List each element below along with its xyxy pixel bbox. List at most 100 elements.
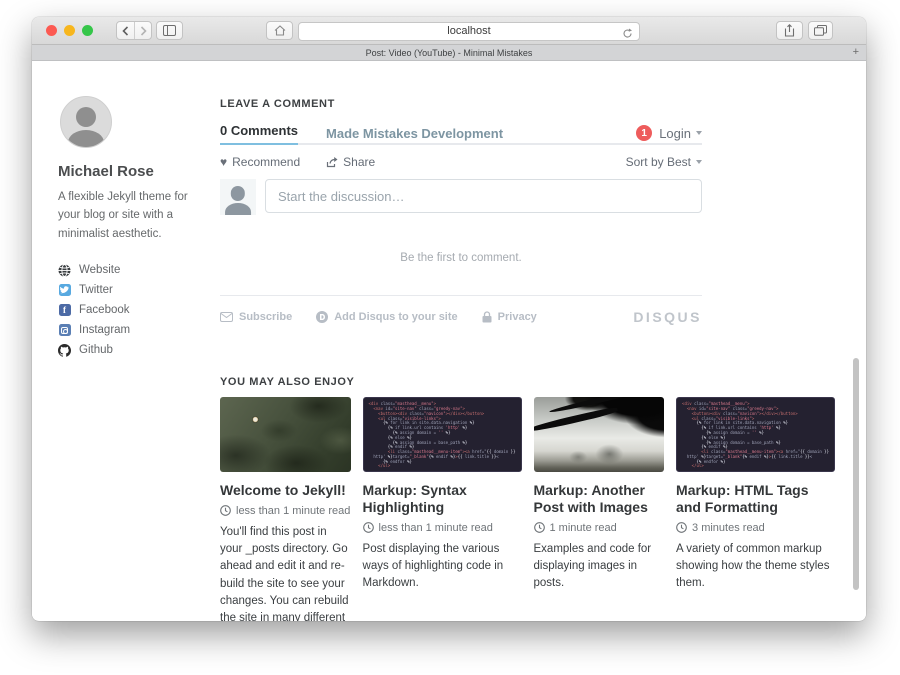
tab-community-link[interactable]: Made Mistakes Development [326,126,503,141]
globe-icon [58,264,71,277]
new-tab-button[interactable]: + [853,46,859,59]
author-avatar [60,96,112,148]
related-card: <div class="masthead__menu"> <nav id="si… [363,397,522,621]
related-thumb-code-screenshot[interactable]: <div class="masthead__menu"> <nav id="si… [363,397,522,472]
home-button[interactable] [266,21,293,40]
reload-icon [622,28,633,39]
related-heading: YOU MAY ALSO ENJOY [220,376,835,388]
privacy-link[interactable]: Privacy [482,311,537,323]
sidebar-toggle-button[interactable] [156,21,183,40]
comment-input[interactable] [265,179,702,213]
read-time: 1 minute read [534,522,665,534]
related-post-title[interactable]: Welcome to Jekyll! [220,482,351,499]
read-time-label: 3 minutes read [692,522,765,534]
forward-button[interactable] [134,22,151,39]
notification-badge[interactable]: 1 [636,125,652,141]
disqus-d-icon [316,311,328,323]
disqus-footer: Subscribe Add Disqus to your site Privac… [220,309,702,325]
close-window-button[interactable] [46,25,57,36]
fullscreen-window-button[interactable] [82,25,93,36]
reload-button[interactable] [622,26,633,44]
sidebar-link-label: Website [79,264,120,276]
show-tabs-button[interactable] [808,21,833,40]
privacy-label: Privacy [498,311,537,323]
lock-icon [482,311,492,323]
share-comment-button[interactable]: Share [326,155,375,169]
comments-heading: LEAVE A COMMENT [220,98,702,110]
instagram-icon [58,324,71,337]
related-thumb-foggy-trees[interactable] [534,397,665,472]
empty-state-text: Be the first to comment. [220,252,702,264]
related-cards: Welcome to Jekyll! less than 1 minute re… [220,397,835,621]
add-disqus-link[interactable]: Add Disqus to your site [316,311,457,323]
related-card: <div class="masthead__menu"> <nav id="si… [676,397,835,621]
twitter-icon [58,284,71,297]
sidebar-link-website[interactable]: Website [58,260,216,280]
read-time-label: less than 1 minute read [236,505,350,517]
related-card: Welcome to Jekyll! less than 1 minute re… [220,397,351,621]
url-text: localhost [447,25,490,37]
browser-toolbar: localhost [32,17,866,45]
related-post-title[interactable]: Markup: HTML Tags and Formatting [676,482,835,516]
clock-icon [534,522,545,533]
author-name: Michael Rose [58,163,216,180]
related-card: Markup: Another Post with Images 1 minut… [534,397,665,621]
main-column: LEAVE A COMMENT 0 Comments Made Mistakes… [220,61,835,621]
related-post-title[interactable]: Markup: Syntax Highlighting [363,482,522,516]
sidebar-link-facebook[interactable]: f Facebook [58,300,216,320]
login-label: Login [659,126,691,141]
facebook-icon: f [58,304,71,317]
minimize-window-button[interactable] [64,25,75,36]
read-time-label: less than 1 minute read [379,522,493,534]
related-post-excerpt: You'll find this post in your _posts dir… [220,524,351,621]
page-content: Michael Rose A flexible Jekyll theme for… [32,61,866,620]
share-label: Share [343,155,375,169]
author-bio: A flexible Jekyll theme for your blog or… [58,188,210,243]
sidebar-link-label: Github [79,344,113,356]
clock-icon [676,522,687,533]
tab-title[interactable]: Post: Video (YouTube) - Minimal Mistakes [366,48,533,58]
chevron-down-icon [696,131,702,135]
subscribe-link[interactable]: Subscribe [220,311,292,323]
envelope-icon [220,312,233,322]
related-post-excerpt: Examples and code for displaying images … [534,541,665,593]
tabs-icon [814,25,827,36]
author-sidebar: Michael Rose A flexible Jekyll theme for… [58,96,216,360]
nav-button-group [116,21,152,40]
sidebar-link-label: Twitter [79,284,113,296]
recommend-label: Recommend [232,155,300,169]
home-icon [274,25,286,36]
disqus-tabs: 0 Comments Made Mistakes Development 1 L… [220,123,702,145]
comments-section: LEAVE A COMMENT 0 Comments Made Mistakes… [220,98,702,325]
scrollbar[interactable] [853,358,859,590]
read-time: less than 1 minute read [363,522,522,534]
chevron-left-icon [122,26,129,36]
related-thumb-green-texture[interactable] [220,397,351,472]
recommend-button[interactable]: ♥ Recommend [220,155,300,169]
back-button[interactable] [117,22,134,39]
related-post-excerpt: Post displaying the various ways of high… [363,541,522,593]
address-bar[interactable]: localhost [298,22,640,41]
safari-window: localhost Post: Video (YouTube) - Minima… [32,17,866,621]
sidebar-link-twitter[interactable]: Twitter [58,280,216,300]
share-button[interactable] [776,21,803,40]
related-thumb-code-screenshot[interactable]: <div class="masthead__menu"> <nav id="si… [676,397,835,472]
read-time: 3 minutes read [676,522,835,534]
chevron-right-icon [140,26,147,36]
commenter-avatar [220,179,256,215]
sidebar-link-label: Instagram [79,324,130,336]
share-arrow-icon [326,156,338,168]
login-menu[interactable]: 1 Login [636,125,702,141]
read-time-label: 1 minute read [550,522,617,534]
related-post-title[interactable]: Markup: Another Post with Images [534,482,665,516]
tab-comment-count[interactable]: 0 Comments [220,123,298,145]
disqus-logo[interactable]: DISQUS [633,309,702,325]
divider [220,295,702,296]
add-disqus-label: Add Disqus to your site [334,311,457,323]
related-posts-section: YOU MAY ALSO ENJOY Welcome to Jekyll! le… [220,376,835,621]
sidebar-link-github[interactable]: Github [58,340,216,360]
heart-icon: ♥ [220,155,227,169]
github-icon [58,344,71,357]
sidebar-link-instagram[interactable]: Instagram [58,320,216,340]
sort-by-menu[interactable]: Sort by Best [626,155,702,169]
